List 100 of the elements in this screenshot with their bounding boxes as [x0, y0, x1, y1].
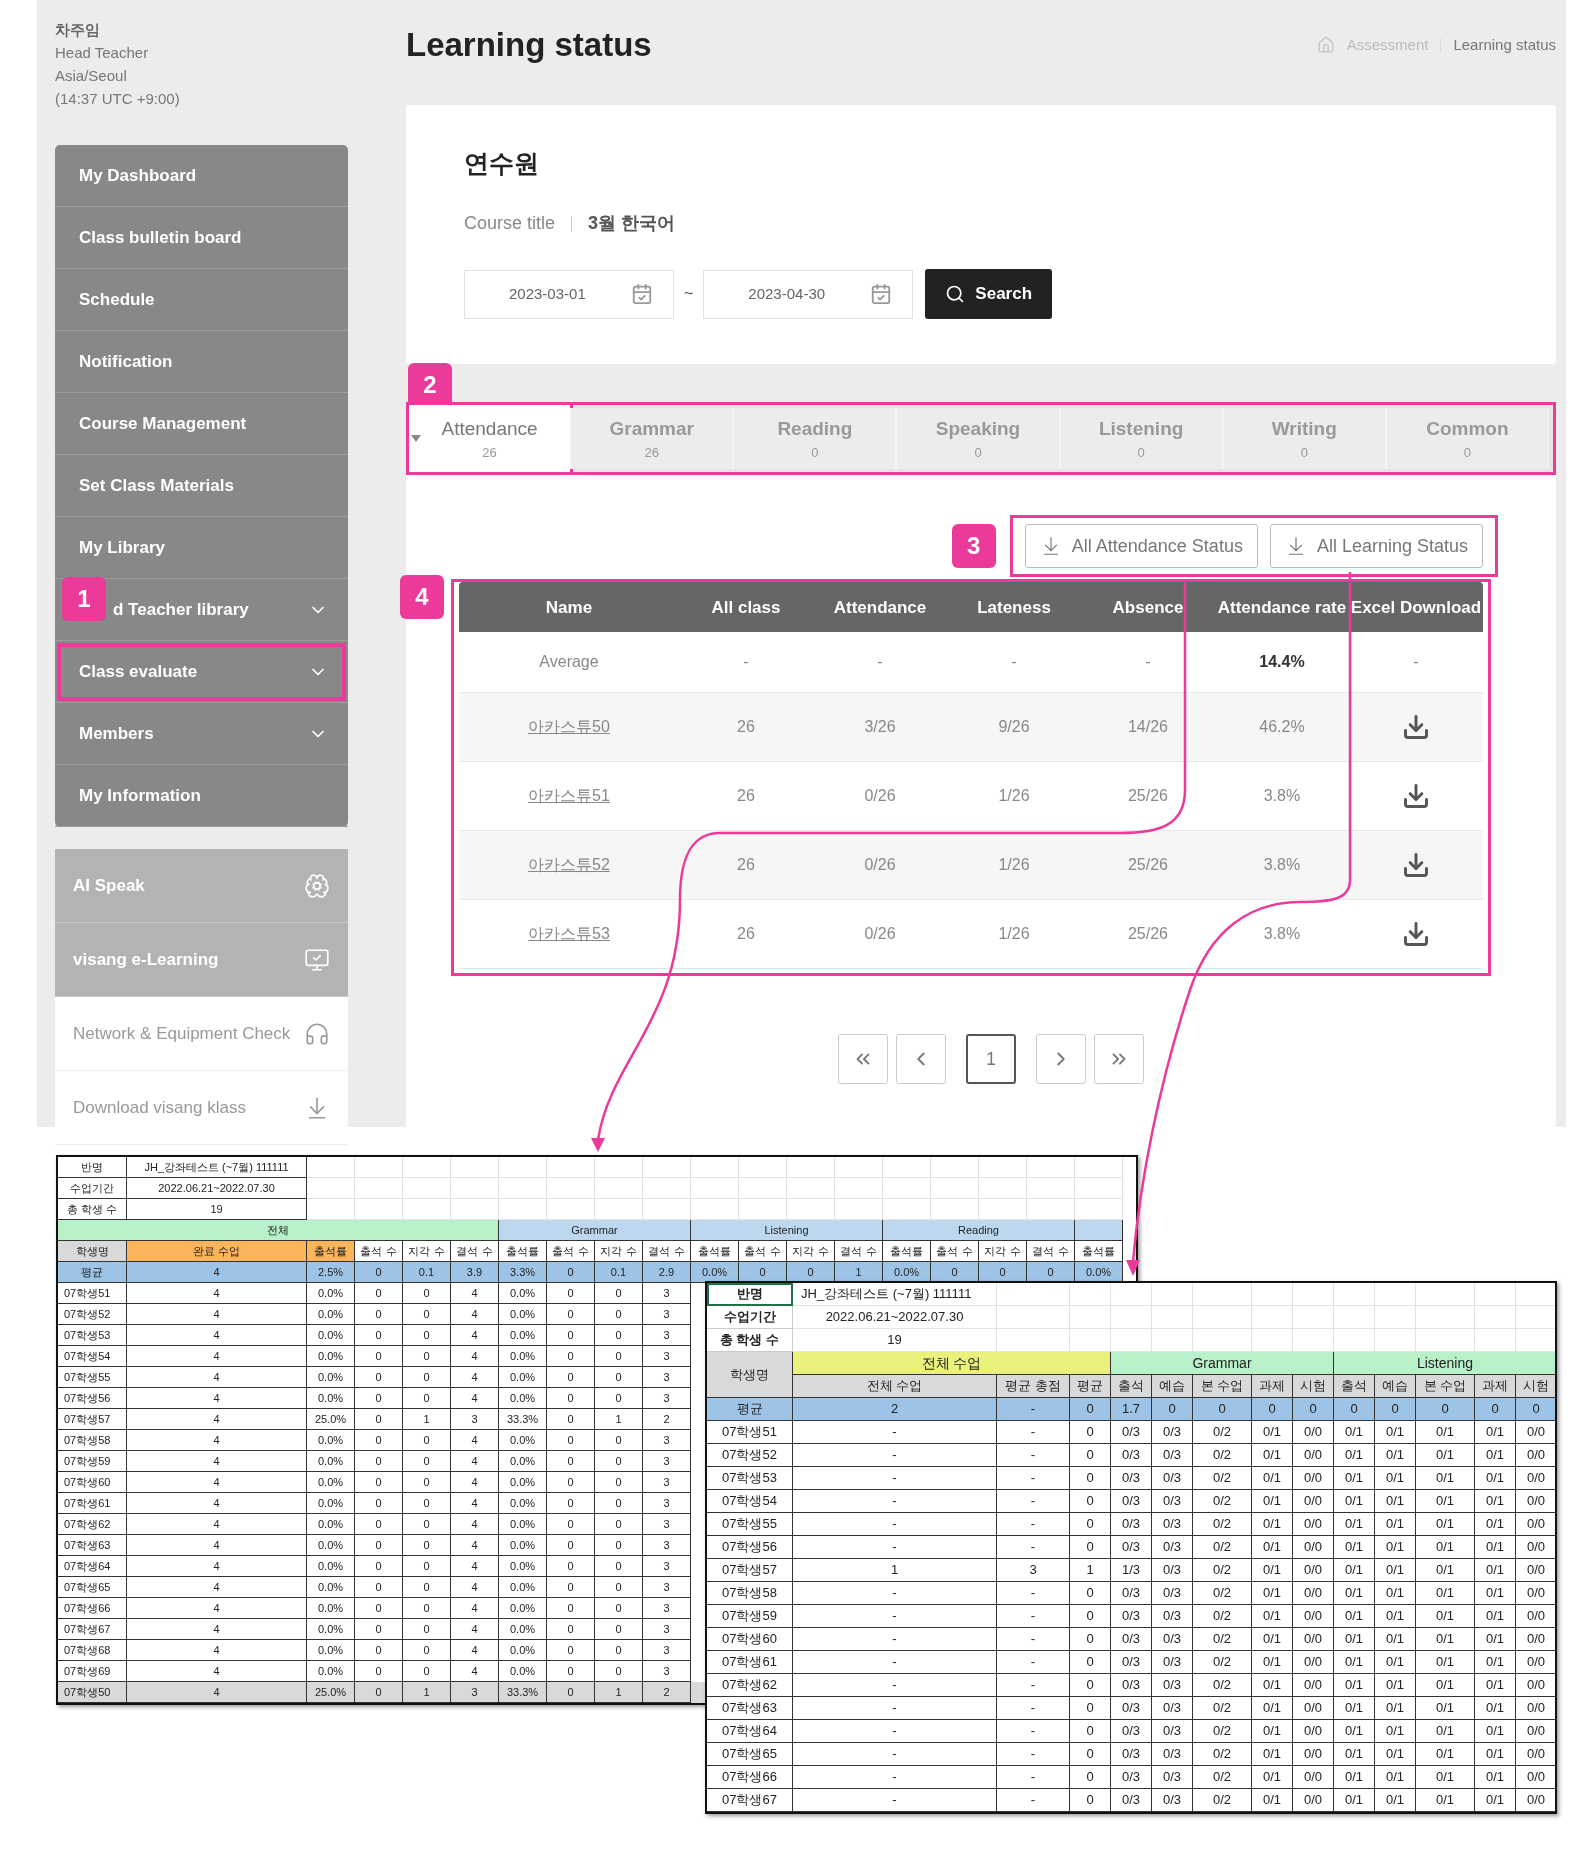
table-cell: 0: [1516, 1398, 1555, 1421]
table-cell: 0: [1070, 1766, 1111, 1789]
download-icon[interactable]: [1402, 782, 1430, 811]
first-page-button[interactable]: [838, 1034, 888, 1085]
table-cell: 0/0: [1293, 1490, 1334, 1513]
menu-item[interactable]: Members: [55, 703, 348, 765]
student-link[interactable]: 아카스튜52: [528, 856, 610, 874]
previous-page-button[interactable]: [896, 1034, 946, 1085]
table-cell: 0/1: [1375, 1513, 1416, 1536]
table-cell: 1: [595, 1682, 643, 1703]
table-cell: 0/1: [1475, 1651, 1516, 1674]
table-cell: 0/1: [1252, 1674, 1293, 1697]
table-cell: 0/1: [1334, 1513, 1375, 1536]
table-cell: 0/1: [1252, 1421, 1293, 1444]
menu-item[interactable]: Class bulletin board: [55, 207, 348, 269]
download-button[interactable]: All Attendance Status: [1024, 524, 1258, 569]
table-cell: 25.0%: [307, 1682, 355, 1703]
last-page-button[interactable]: [1094, 1034, 1144, 1085]
column-header: 출석 수: [547, 1241, 595, 1262]
table-cell: 0/3: [1152, 1513, 1193, 1536]
menu-item[interactable]: My Dashboard: [55, 145, 348, 207]
table-cell: 0/1: [1252, 1444, 1293, 1467]
table-cell: 0/0: [1516, 1490, 1555, 1513]
date-field[interactable]: 2023-03-01: [464, 269, 674, 319]
empty-cell: [643, 1157, 691, 1178]
table-cell: 본 수업: [1416, 1375, 1475, 1398]
student-link[interactable]: 아카스튜50: [528, 718, 610, 736]
student-link[interactable]: 아카스튜53: [528, 925, 610, 943]
table-cell: 07학생65: [707, 1743, 793, 1766]
side-link[interactable]: Download visang klass: [55, 1071, 348, 1145]
table-cell: 0/3: [1152, 1651, 1193, 1674]
date-field[interactable]: 2023-04-30: [703, 269, 914, 319]
table-cell: 0: [1070, 1605, 1111, 1628]
table-cell: 0/1: [1416, 1789, 1475, 1812]
table-cell: 07학생58: [707, 1582, 793, 1605]
table-cell: 0/3: [1152, 1467, 1193, 1490]
table-cell: 0: [1334, 1398, 1375, 1421]
tab[interactable]: Attendance 26: [409, 405, 571, 473]
table-cell-text: 9/26: [997, 717, 1031, 738]
download-icon[interactable]: [1402, 713, 1430, 742]
table-cell-text: 14.4%: [1258, 652, 1306, 673]
number-badge: 4: [400, 575, 444, 620]
empty-cell: [1293, 1306, 1334, 1329]
empty-cell: [835, 1157, 883, 1178]
tab[interactable]: Listening 0: [1059, 408, 1223, 470]
side-link[interactable]: visang e-Learning: [55, 923, 348, 997]
table-cell: 0/1: [1334, 1697, 1375, 1720]
download-icon[interactable]: [1402, 851, 1430, 880]
table-cell: 0/3: [1111, 1651, 1152, 1674]
table-cell: 0/1: [1375, 1628, 1416, 1651]
table-cell: 0: [355, 1682, 403, 1703]
empty-cell: [739, 1157, 787, 1178]
table-cell: 0/0: [1293, 1467, 1334, 1490]
table-cell: 0/1: [1475, 1674, 1516, 1697]
tab[interactable]: Writing 0: [1222, 408, 1386, 470]
next-page-button[interactable]: [1036, 1034, 1086, 1085]
tab[interactable]: Speaking 0: [896, 408, 1060, 470]
tab[interactable]: Common 0: [1385, 408, 1549, 470]
search-button[interactable]: Search: [925, 269, 1053, 319]
tab[interactable]: Grammar 26: [570, 408, 734, 470]
table-cell: 0/2: [1193, 1743, 1252, 1766]
table-cell: 전체 수업: [793, 1375, 997, 1398]
table-cell: 0/1: [1475, 1467, 1516, 1490]
table-cell-text: 14/26: [1126, 717, 1169, 738]
table-cell: 0/0: [1293, 1536, 1334, 1559]
menu-item[interactable]: Course Management: [55, 393, 348, 455]
column-header: 출석률: [307, 1241, 355, 1262]
download-icon[interactable]: [1402, 920, 1430, 949]
table-cell: -: [997, 1605, 1070, 1628]
empty-cell: [1475, 1306, 1516, 1329]
menu-item[interactable]: 1 d Teacher library: [55, 579, 348, 641]
side-link[interactable]: Network & Equipment Check: [55, 997, 348, 1071]
table-cell: -: [793, 1766, 997, 1789]
download-button[interactable]: All Learning Status: [1269, 524, 1483, 569]
table-cell-text: -: [876, 652, 884, 673]
home-icon[interactable]: [1316, 35, 1335, 54]
menu-item[interactable]: Notification: [55, 331, 348, 393]
table-cell: 0/3: [1111, 1628, 1152, 1651]
table-cell: 0/2: [1193, 1674, 1252, 1697]
table-cell-text: 25/26: [1126, 924, 1169, 945]
table-cell: 0/1: [1334, 1536, 1375, 1559]
student-link[interactable]: 아카스튜51: [528, 787, 610, 805]
table-cell: 0/1: [1252, 1628, 1293, 1651]
menu-item[interactable]: My Information: [55, 765, 348, 827]
menu-item[interactable]: Set Class Materials: [55, 455, 348, 517]
page-button[interactable]: 1: [966, 1034, 1016, 1085]
menu-item[interactable]: Schedule: [55, 269, 348, 331]
tab[interactable]: Reading 0: [733, 408, 897, 470]
side-link[interactable]: AI Speak: [55, 849, 348, 923]
table-cell: 0/1: [1375, 1651, 1416, 1674]
table-cell-text: 26: [736, 924, 756, 945]
table-cell: 평균: [1070, 1375, 1111, 1398]
table-cell: 0: [1070, 1720, 1111, 1743]
column-header: 출석 수: [739, 1241, 787, 1262]
headphones-icon: [304, 1020, 330, 1047]
table-cell: 0/3: [1111, 1789, 1152, 1812]
empty-cell: [1075, 1178, 1123, 1199]
empty-cell: [883, 1178, 931, 1199]
table-cell: -: [997, 1743, 1070, 1766]
menu-item[interactable]: Class evaluate: [55, 641, 348, 703]
